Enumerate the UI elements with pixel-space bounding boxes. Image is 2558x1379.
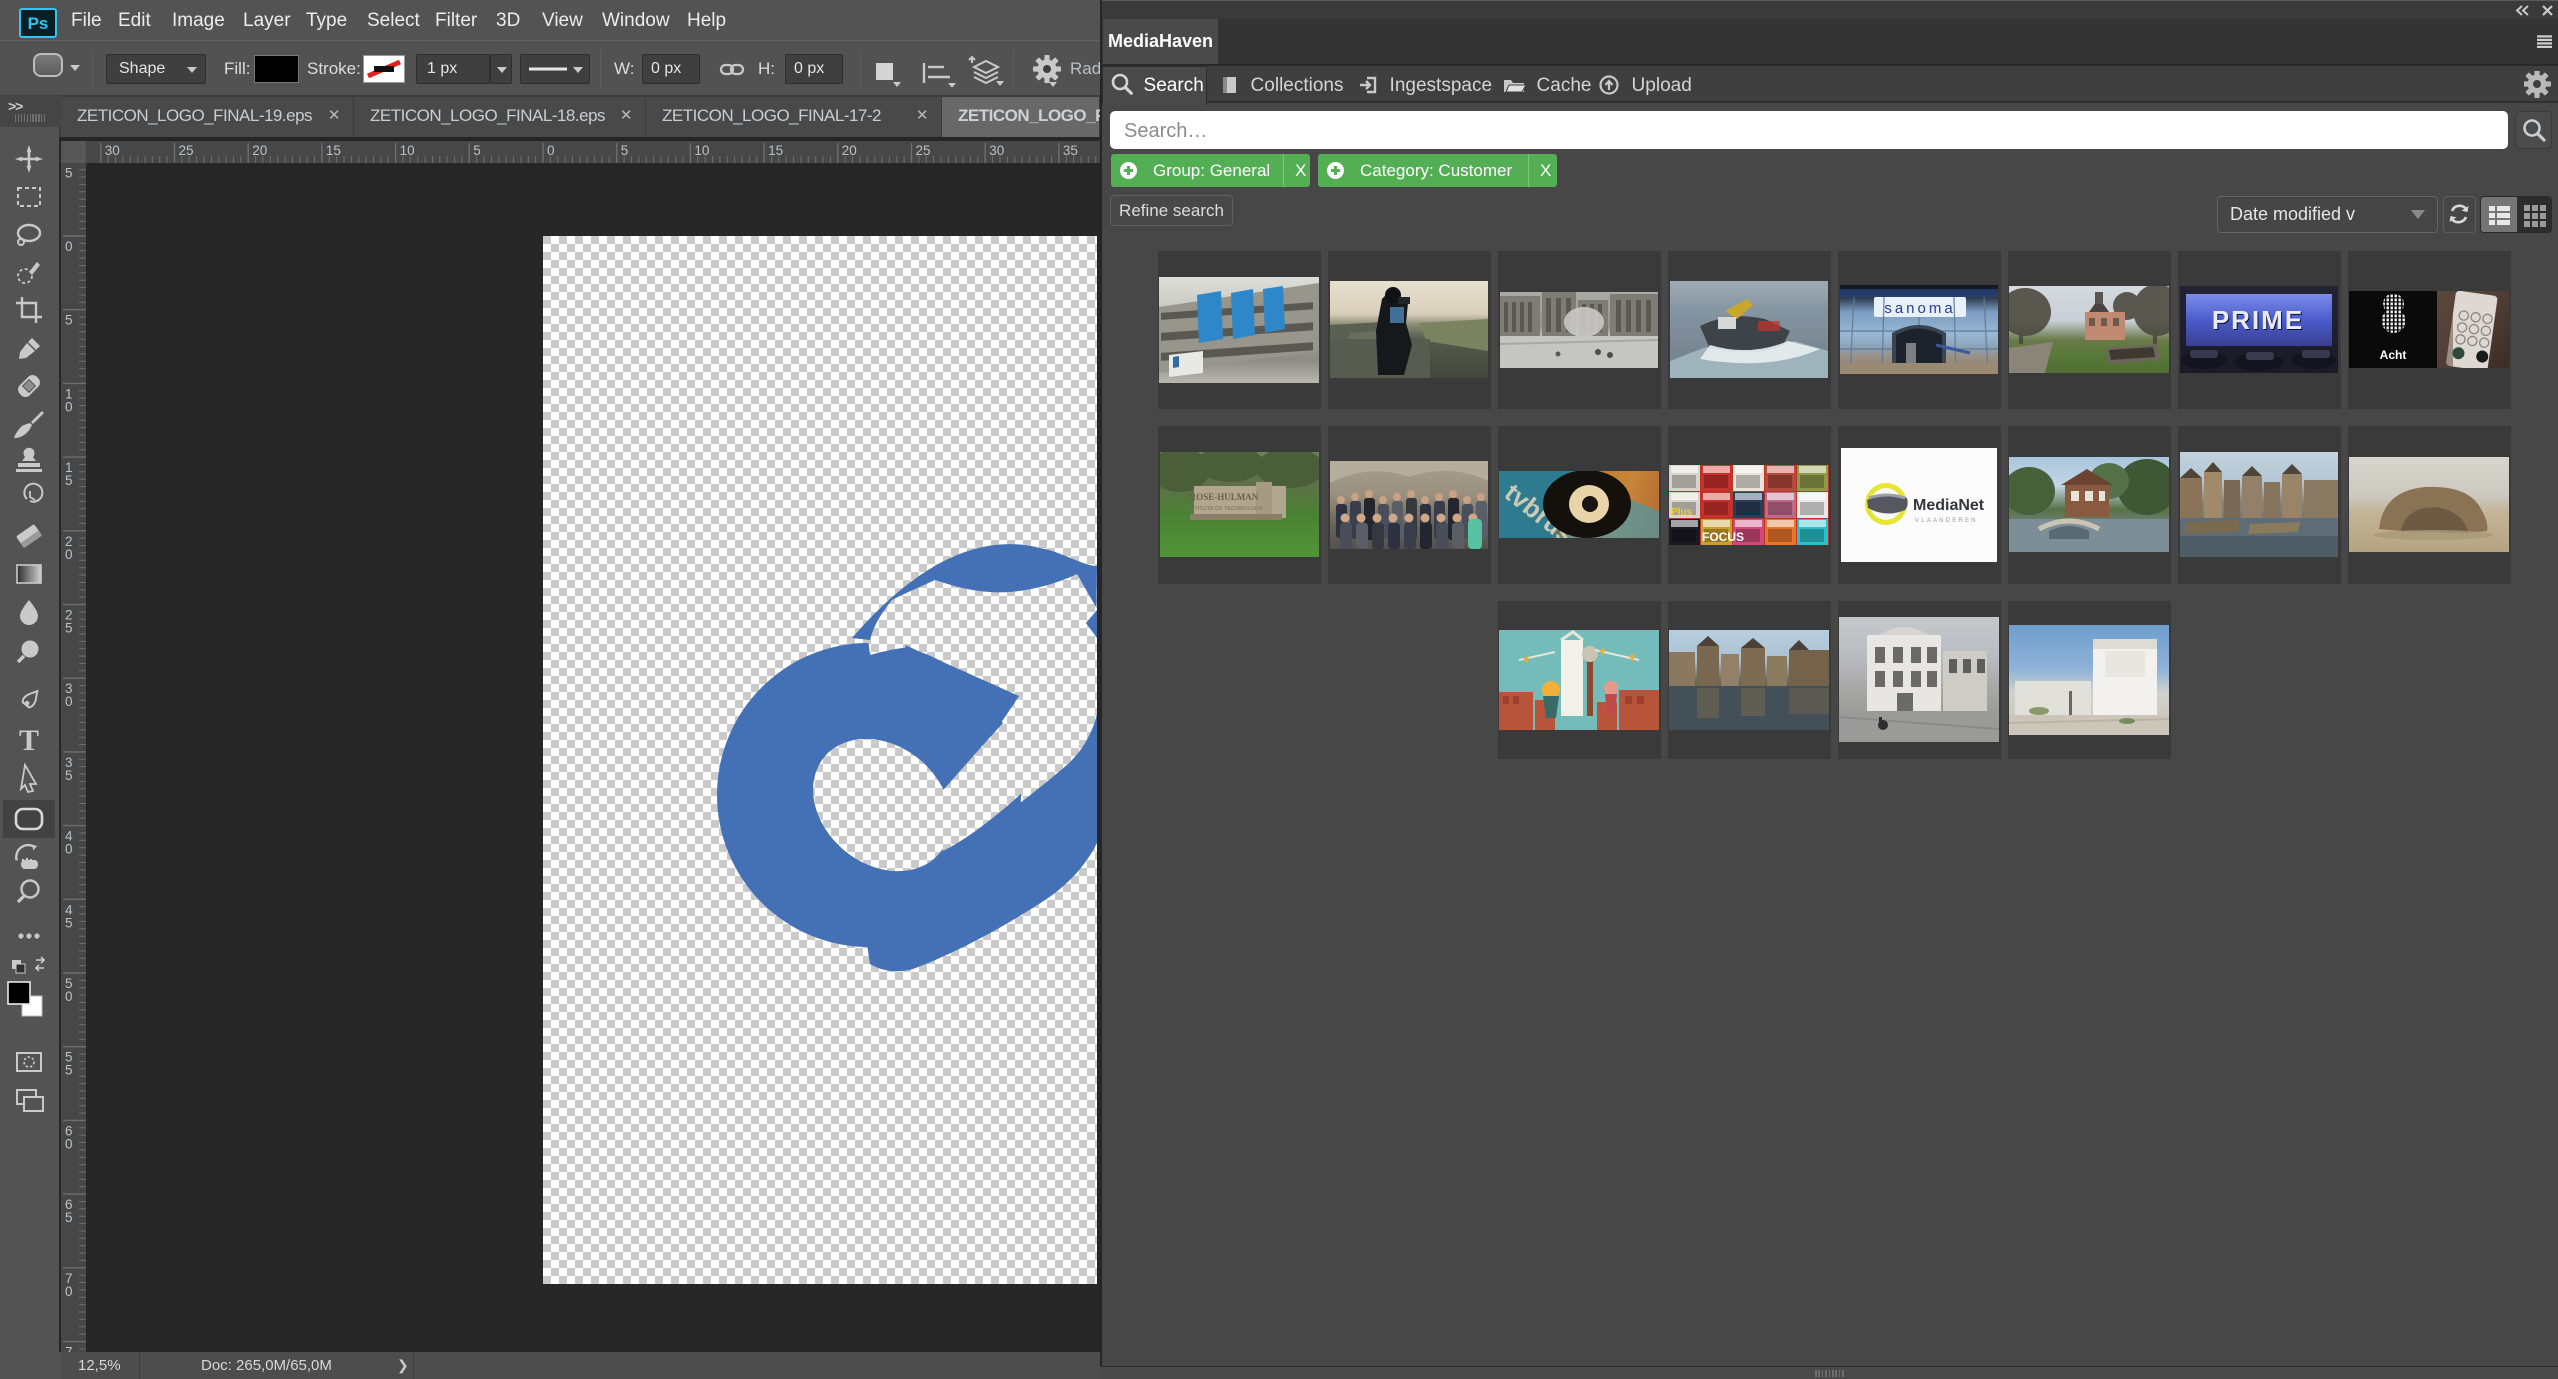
svg-text:15: 15 [326, 143, 341, 158]
svg-text:Acht: Acht [2380, 348, 2407, 362]
svg-text:MediaNet: MediaNet [1913, 497, 1985, 514]
svg-text:25: 25 [916, 143, 931, 158]
svg-text:0: 0 [65, 694, 73, 709]
svg-text:5: 5 [621, 143, 629, 158]
svg-text:0: 0 [65, 399, 73, 414]
svg-text:5: 5 [65, 165, 73, 180]
svg-text:INSTITUTE OF TECHNOLOGY: INSTITUTE OF TECHNOLOGY [1185, 506, 1263, 512]
svg-text:5: 5 [65, 313, 73, 328]
svg-text:Plus: Plus [1671, 507, 1693, 518]
svg-text:5: 5 [65, 621, 73, 636]
svg-text:7: 7 [65, 1345, 73, 1353]
svg-text:35: 35 [1063, 143, 1078, 158]
svg-text:0: 0 [65, 1284, 73, 1299]
svg-text:5: 5 [65, 1063, 73, 1078]
svg-text:0: 0 [65, 239, 73, 254]
svg-text:0: 0 [65, 547, 73, 562]
svg-text:ROSE-HULMAN: ROSE-HULMAN [1190, 492, 1259, 502]
svg-text:15: 15 [768, 143, 783, 158]
svg-text:0: 0 [65, 842, 73, 857]
svg-text:20: 20 [842, 143, 857, 158]
svg-text:5: 5 [473, 143, 481, 158]
svg-text:5: 5 [65, 473, 73, 488]
svg-text:VLAANDEREN: VLAANDEREN [1915, 518, 1978, 524]
svg-text:T: T [19, 724, 39, 757]
svg-text:PRIME: PRIME [2212, 305, 2304, 335]
svg-text:0: 0 [65, 1136, 73, 1151]
svg-text:5: 5 [65, 768, 73, 783]
svg-text:0: 0 [65, 989, 73, 1004]
svg-text:5: 5 [65, 1210, 73, 1225]
svg-text:25: 25 [179, 143, 194, 158]
svg-text:30: 30 [989, 143, 1004, 158]
svg-text:FOCUS: FOCUS [1702, 530, 1744, 544]
svg-text:20: 20 [252, 143, 267, 158]
svg-text:30: 30 [105, 143, 120, 158]
svg-text:sanoma: sanoma [1884, 300, 1955, 317]
svg-text:0: 0 [547, 143, 555, 158]
svg-text:10: 10 [694, 143, 709, 158]
svg-text:10: 10 [400, 143, 415, 158]
svg-text:5: 5 [65, 915, 73, 930]
